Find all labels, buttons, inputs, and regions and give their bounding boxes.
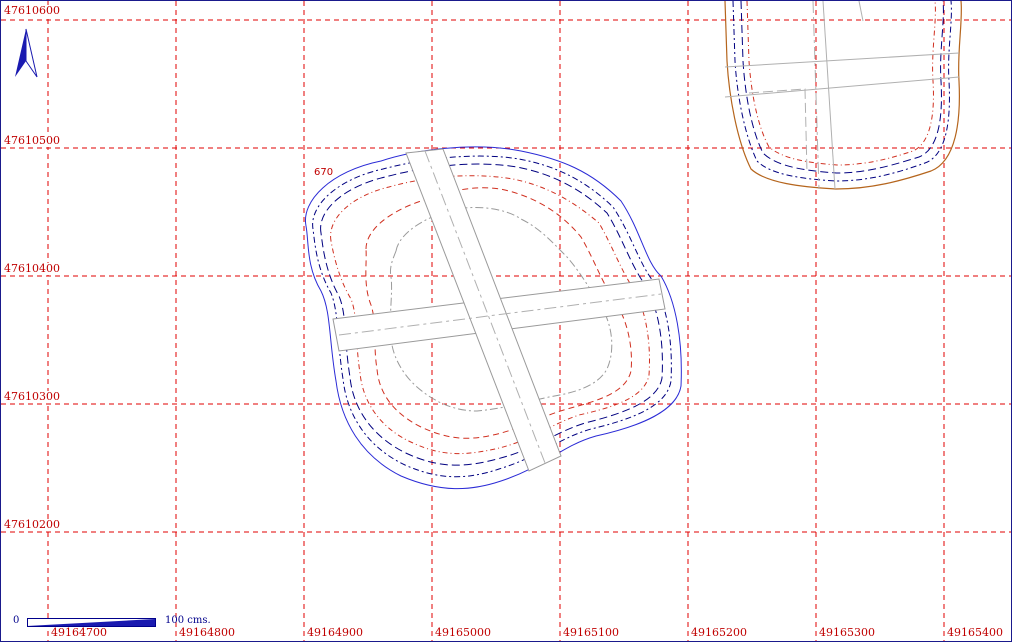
dark-contour-right-1 bbox=[732, 1, 952, 182]
red-contour-right bbox=[746, 1, 936, 166]
north-arrow-icon bbox=[15, 28, 38, 78]
y-label-47610200: 47610200 bbox=[4, 518, 60, 531]
map-canvas[interactable]: 47610600 47610500 47610400 47610300 4761… bbox=[0, 0, 1012, 642]
x-label-49165200: 49165200 bbox=[691, 626, 747, 639]
scale-end-label: 100 cms. bbox=[165, 615, 211, 626]
y-label-47610400: 47610400 bbox=[4, 262, 60, 275]
map-drawing bbox=[1, 1, 1011, 641]
x-label-49165000: 49165000 bbox=[435, 626, 491, 639]
y-label-47610500: 47610500 bbox=[4, 134, 60, 147]
x-label-49165400: 49165400 bbox=[947, 626, 1003, 639]
contour-elevation-label: 670 bbox=[314, 167, 334, 178]
scale-bar-graphic bbox=[27, 618, 156, 627]
brown-contour bbox=[724, 1, 962, 190]
x-label-49164900: 49164900 bbox=[307, 626, 363, 639]
right-roads bbox=[724, 1, 960, 190]
y-label-47610300: 47610300 bbox=[4, 390, 60, 403]
pit-right bbox=[724, 1, 962, 190]
x-label-49165100: 49165100 bbox=[563, 626, 619, 639]
x-label-49165300: 49165300 bbox=[819, 626, 875, 639]
y-label-47610600: 47610600 bbox=[4, 4, 60, 17]
pit-left bbox=[304, 146, 682, 490]
scale-bar: 0 100 cms. bbox=[13, 613, 213, 631]
scale-start-label: 0 bbox=[13, 615, 20, 626]
